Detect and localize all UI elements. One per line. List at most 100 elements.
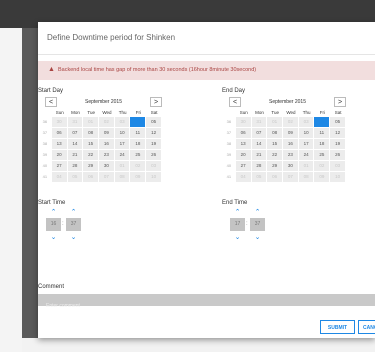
comment-input[interactable]: [38, 300, 375, 312]
calendar-day[interactable]: 29: [267, 161, 283, 171]
calendar-day[interactable]: 09: [283, 128, 298, 138]
calendar-day[interactable]: 01: [114, 161, 130, 171]
start-hour-input[interactable]: 16: [46, 218, 61, 231]
calendar-day[interactable]: 01: [298, 161, 314, 171]
start-prev-month-button[interactable]: <: [45, 97, 57, 107]
calendar-day[interactable]: 03: [298, 117, 314, 127]
calendar-day[interactable]: 14: [67, 139, 83, 149]
calendar-day[interactable]: 10: [298, 128, 314, 138]
start-month-title[interactable]: September 2015: [58, 97, 149, 107]
calendar-day[interactable]: 10: [330, 172, 345, 182]
calendar-day[interactable]: 19: [146, 139, 161, 149]
calendar-day[interactable]: 17: [114, 139, 130, 149]
cancel-button[interactable]: CANCEL: [358, 320, 375, 334]
calendar-day[interactable]: 15: [267, 139, 283, 149]
calendar-day[interactable]: 06: [51, 128, 67, 138]
calendar-day[interactable]: 29: [83, 161, 99, 171]
calendar-day[interactable]: 28: [251, 161, 267, 171]
calendar-day[interactable]: 04: [314, 117, 330, 127]
end-minute-down-icon[interactable]: ⌄: [250, 233, 265, 241]
calendar-day[interactable]: 06: [235, 128, 251, 138]
calendar-day[interactable]: 13: [51, 139, 67, 149]
calendar-day[interactable]: 16: [283, 139, 298, 149]
submit-button[interactable]: SUBMIT: [320, 320, 355, 334]
calendar-day[interactable]: 05: [330, 117, 345, 127]
start-minute-input[interactable]: 37: [66, 218, 81, 231]
calendar-day[interactable]: 08: [267, 128, 283, 138]
calendar-day[interactable]: 07: [99, 172, 114, 182]
calendar-day[interactable]: 16: [99, 139, 114, 149]
calendar-day[interactable]: 30: [99, 161, 114, 171]
calendar-day[interactable]: 08: [298, 172, 314, 182]
calendar-day[interactable]: 01: [267, 117, 283, 127]
calendar-day[interactable]: 25: [314, 150, 330, 160]
calendar-day[interactable]: 15: [83, 139, 99, 149]
calendar-day[interactable]: 28: [67, 161, 83, 171]
calendar-day[interactable]: 30: [283, 161, 298, 171]
end-hour-down-icon[interactable]: ⌄: [230, 233, 245, 241]
calendar-day[interactable]: 11: [130, 128, 146, 138]
calendar-day[interactable]: 10: [146, 172, 161, 182]
end-minute-input[interactable]: 37: [250, 218, 265, 231]
calendar-day[interactable]: 26: [330, 150, 345, 160]
calendar-day[interactable]: 02: [130, 161, 146, 171]
calendar-day[interactable]: 30: [235, 117, 251, 127]
calendar-day[interactable]: 02: [99, 117, 114, 127]
calendar-day[interactable]: 09: [314, 172, 330, 182]
calendar-day[interactable]: 03: [330, 161, 345, 171]
calendar-day[interactable]: 17: [298, 139, 314, 149]
calendar-day[interactable]: 30: [51, 117, 67, 127]
calendar-day[interactable]: 03: [114, 117, 130, 127]
calendar-day[interactable]: 07: [251, 128, 267, 138]
end-hour-input[interactable]: 17: [230, 218, 245, 231]
calendar-day[interactable]: 14: [251, 139, 267, 149]
calendar-day[interactable]: 21: [67, 150, 83, 160]
calendar-day[interactable]: 06: [83, 172, 99, 182]
start-hour-up-icon[interactable]: ⌃: [46, 208, 61, 216]
calendar-day[interactable]: 07: [67, 128, 83, 138]
calendar-day[interactable]: 19: [330, 139, 345, 149]
calendar-day[interactable]: 05: [67, 172, 83, 182]
calendar-day[interactable]: 02: [283, 117, 298, 127]
calendar-day[interactable]: 18: [130, 139, 146, 149]
calendar-day[interactable]: 26: [146, 150, 161, 160]
start-hour-down-icon[interactable]: ⌄: [46, 233, 61, 241]
calendar-day[interactable]: 24: [114, 150, 130, 160]
calendar-day[interactable]: 25: [130, 150, 146, 160]
start-minute-up-icon[interactable]: ⌃: [66, 208, 81, 216]
calendar-day[interactable]: 04: [130, 117, 146, 127]
calendar-day[interactable]: 18: [314, 139, 330, 149]
calendar-day[interactable]: 02: [314, 161, 330, 171]
start-next-month-button[interactable]: >: [150, 97, 162, 107]
calendar-day[interactable]: 06: [267, 172, 283, 182]
calendar-day[interactable]: 05: [146, 117, 161, 127]
calendar-day[interactable]: 27: [235, 161, 251, 171]
calendar-day[interactable]: 09: [99, 128, 114, 138]
calendar-day[interactable]: 10: [114, 128, 130, 138]
calendar-day[interactable]: 24: [298, 150, 314, 160]
calendar-day[interactable]: 08: [83, 128, 99, 138]
calendar-day[interactable]: 22: [83, 150, 99, 160]
calendar-day[interactable]: 07: [283, 172, 298, 182]
calendar-day[interactable]: 04: [51, 172, 67, 182]
calendar-day[interactable]: 31: [251, 117, 267, 127]
calendar-day[interactable]: 31: [67, 117, 83, 127]
calendar-day[interactable]: 20: [235, 150, 251, 160]
calendar-day[interactable]: 04: [235, 172, 251, 182]
end-prev-month-button[interactable]: <: [229, 97, 241, 107]
end-month-title[interactable]: September 2015: [242, 97, 333, 107]
calendar-day[interactable]: 12: [146, 128, 161, 138]
calendar-day[interactable]: 09: [130, 172, 146, 182]
calendar-day[interactable]: 21: [251, 150, 267, 160]
calendar-day[interactable]: 03: [146, 161, 161, 171]
end-hour-up-icon[interactable]: ⌃: [230, 208, 245, 216]
end-next-month-button[interactable]: >: [334, 97, 346, 107]
calendar-day[interactable]: 27: [51, 161, 67, 171]
calendar-day[interactable]: 01: [83, 117, 99, 127]
calendar-day[interactable]: 12: [330, 128, 345, 138]
start-minute-down-icon[interactable]: ⌄: [66, 233, 81, 241]
calendar-day[interactable]: 23: [283, 150, 298, 160]
calendar-day[interactable]: 08: [114, 172, 130, 182]
end-minute-up-icon[interactable]: ⌃: [250, 208, 265, 216]
calendar-day[interactable]: 23: [99, 150, 114, 160]
